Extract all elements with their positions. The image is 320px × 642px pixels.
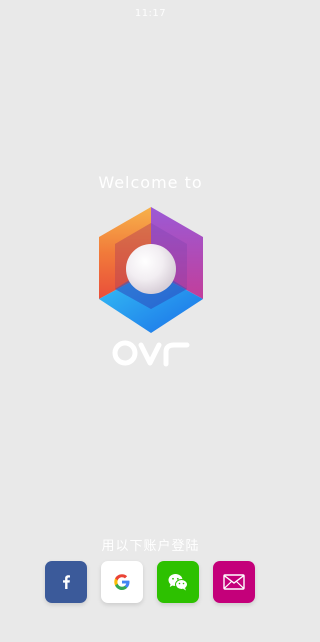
ovr-logo-icon: [99, 207, 203, 333]
envelope-icon: [223, 574, 245, 590]
google-login-button[interactable]: [101, 561, 143, 603]
login-hint: 用以下账户登陆: [101, 539, 200, 554]
ovr-wordmark: [112, 340, 190, 367]
facebook-f-icon: [63, 575, 70, 589]
wechat-icon: [168, 574, 188, 591]
status-time: 11:17: [134, 8, 167, 19]
email-login-button[interactable]: [213, 561, 255, 603]
wechat-login-button[interactable]: [157, 561, 199, 603]
welcome-text: Welcome to: [98, 173, 203, 192]
facebook-login-button[interactable]: [45, 561, 87, 603]
social-login-row: [45, 561, 255, 603]
google-g-icon: [114, 574, 130, 590]
